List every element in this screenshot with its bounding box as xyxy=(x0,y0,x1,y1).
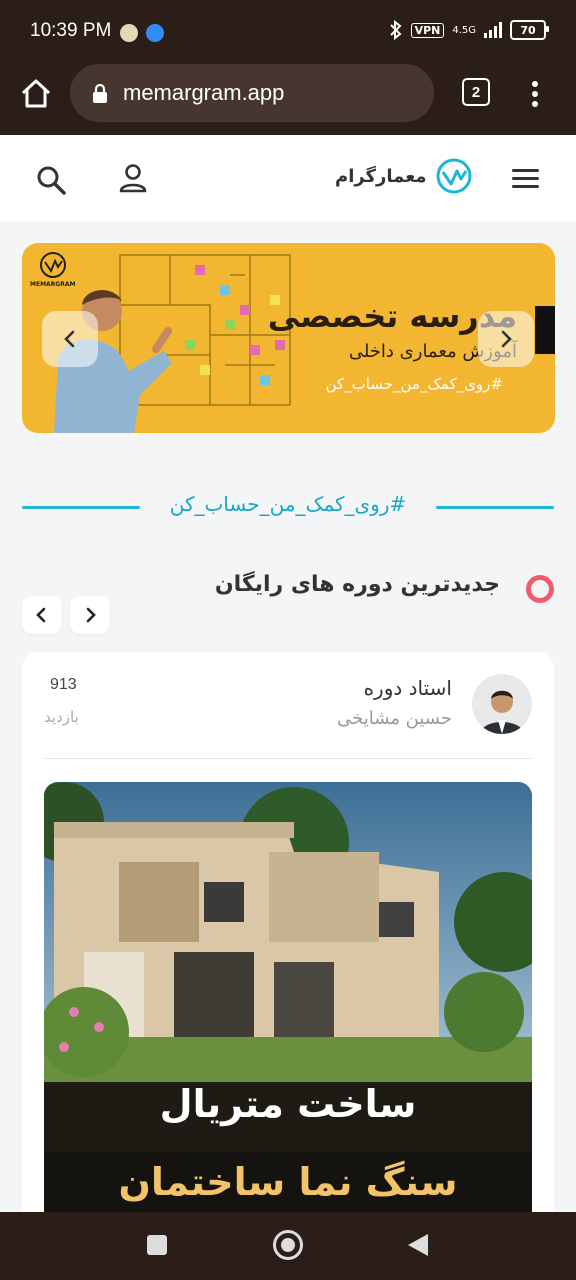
status-time: 10:39 PM xyxy=(30,20,112,41)
course-card[interactable]: استاد دوره حسین مشایخی 913 بازدید ساخت م… xyxy=(22,652,554,1252)
section-title: جدیدترین دوره های رایگان xyxy=(214,572,500,597)
home-button[interactable] xyxy=(18,76,54,112)
site-header: معمارگرام xyxy=(0,135,576,221)
status-icons: VPN 4.5G 70 xyxy=(389,20,549,40)
address-bar[interactable]: memargram.app xyxy=(70,64,434,122)
search-icon xyxy=(37,166,66,195)
phone-call-icon xyxy=(146,24,164,42)
teacher-name[interactable]: حسین مشایخی xyxy=(337,708,452,729)
section-bullet-icon xyxy=(526,575,554,603)
notification-lock-icon xyxy=(120,24,138,42)
teacher-photo xyxy=(472,674,532,734)
next-slide-edge xyxy=(535,306,555,354)
banner-hashtag: #روی_کمک_من_حساب_کن xyxy=(325,375,503,393)
teacher-avatar xyxy=(472,674,532,734)
site-menu-button[interactable] xyxy=(508,163,544,195)
hamburger-icon xyxy=(512,169,539,188)
chevron-left-icon xyxy=(36,607,46,623)
courses-prev-button[interactable] xyxy=(22,596,62,634)
brand-logo-icon xyxy=(436,158,472,194)
search-button[interactable] xyxy=(34,163,68,197)
bluetooth-icon xyxy=(389,20,402,40)
lock-icon xyxy=(93,84,107,103)
thumbnail-caption-2: سنگ نما ساختمان xyxy=(118,1160,458,1204)
promo-banner[interactable]: MEMARGRAM مدرسه تخصصی آموزش معماری داخلی… xyxy=(22,243,555,433)
banner-logo: MEMARGRAM xyxy=(30,251,75,288)
site-logo[interactable]: معمارگرام xyxy=(335,157,473,195)
course-thumbnail[interactable]: ساخت متریال سنگ نما ساختمان xyxy=(44,782,532,1252)
tab-switcher-button[interactable]: 2 xyxy=(462,78,490,106)
hashtag-text: #روی_کمک_من_حساب_کن xyxy=(169,492,407,516)
user-icon xyxy=(119,164,147,193)
battery-level: 70 xyxy=(520,23,536,37)
status-bar: 10:39 PM VPN 4.5G 70 xyxy=(0,0,576,62)
account-button[interactable] xyxy=(116,161,150,195)
brand-name: معمارگرام xyxy=(335,165,427,187)
banner-logo-icon xyxy=(39,252,66,278)
battery-icon: 70 xyxy=(510,20,549,40)
more-vert-icon xyxy=(532,81,538,107)
back-button[interactable] xyxy=(406,1232,430,1258)
url-text: memargram.app xyxy=(123,80,285,105)
banner-prev-button[interactable] xyxy=(42,311,98,367)
home-nav-button[interactable] xyxy=(273,1230,303,1260)
banner-next-button[interactable] xyxy=(478,311,534,367)
vpn-badge: VPN xyxy=(410,22,445,38)
chevron-left-icon xyxy=(64,330,75,348)
chevron-right-icon xyxy=(86,607,96,623)
courses-next-button[interactable] xyxy=(70,596,110,634)
home-icon xyxy=(21,79,51,108)
signal-icon xyxy=(484,22,502,38)
card-divider xyxy=(44,758,532,759)
teacher-label: استاد دوره xyxy=(363,676,452,700)
recents-button[interactable] xyxy=(147,1235,167,1255)
browser-toolbar: memargram.app 2 xyxy=(0,62,576,135)
views-label: بازدید xyxy=(44,708,79,726)
network-type: 4.5G xyxy=(452,24,476,36)
system-nav-bar xyxy=(0,1212,576,1280)
chevron-right-icon xyxy=(501,330,512,348)
thumbnail-caption-1: ساخت متریال xyxy=(159,1082,417,1126)
browser-menu-button[interactable] xyxy=(520,78,550,110)
hashtag-divider: #روی_کمک_من_حساب_کن xyxy=(0,492,576,522)
banner-logo-text: MEMARGRAM xyxy=(30,281,76,288)
views-count: 913 xyxy=(50,676,77,693)
